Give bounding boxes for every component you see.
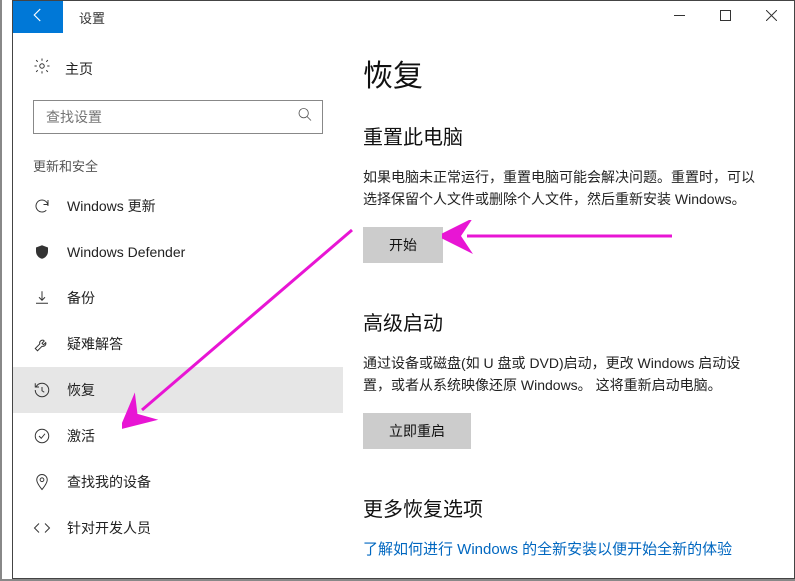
window-title: 设置	[63, 1, 656, 33]
maximize-button[interactable]	[702, 1, 748, 33]
sidebar-item-label: 备份	[67, 288, 95, 308]
sidebar-item-label: Windows 更新	[67, 196, 156, 216]
sidebar-item-developers[interactable]: 针对开发人员	[13, 505, 343, 551]
sync-icon	[33, 197, 51, 215]
sidebar-item-windows-update[interactable]: Windows 更新	[13, 183, 343, 229]
shield-icon	[33, 243, 51, 261]
history-icon	[33, 381, 51, 399]
window-controls	[656, 1, 794, 33]
fresh-install-link[interactable]: 了解如何进行 Windows 的全新安装以便开始全新的体验	[363, 538, 764, 559]
reset-start-button[interactable]: 开始	[363, 227, 443, 263]
minimize-icon	[674, 8, 685, 26]
sidebar-item-defender[interactable]: Windows Defender	[13, 229, 343, 275]
back-arrow-icon	[29, 6, 47, 29]
advanced-heading: 高级启动	[363, 307, 764, 336]
minimize-button[interactable]	[656, 1, 702, 33]
home-button[interactable]: 主页	[13, 51, 343, 86]
sidebar-item-find-device[interactable]: 查找我的设备	[13, 459, 343, 505]
close-icon	[766, 8, 777, 26]
sidebar: 主页 更新和安全 Windows 更新 Windows Defender	[13, 33, 343, 578]
content: 主页 更新和安全 Windows 更新 Windows Defender	[13, 33, 794, 578]
page-title: 恢复	[363, 51, 764, 95]
search-wrap	[33, 100, 323, 134]
search-input[interactable]	[33, 100, 323, 134]
sidebar-item-label: 疑难解答	[67, 334, 123, 354]
close-button[interactable]	[748, 1, 794, 33]
code-icon	[33, 519, 51, 537]
sidebar-item-label: 查找我的设备	[67, 472, 151, 492]
sidebar-item-label: 恢复	[67, 380, 95, 400]
wrench-icon	[33, 335, 51, 353]
titlebar: 设置	[13, 1, 794, 33]
check-circle-icon	[33, 427, 51, 445]
advanced-body: 通过设备或磁盘(如 U 盘或 DVD)启动，更改 Windows 启动设置，或者…	[363, 352, 764, 397]
settings-window: 设置 主页	[12, 0, 795, 579]
reset-body: 如果电脑未正常运行，重置电脑可能会解决问题。重置时，可以选择保留个人文件或删除个…	[363, 166, 764, 211]
sidebar-item-backup[interactable]: 备份	[13, 275, 343, 321]
sidebar-item-troubleshoot[interactable]: 疑难解答	[13, 321, 343, 367]
main-pane: 恢复 重置此电脑 如果电脑未正常运行，重置电脑可能会解决问题。重置时，可以选择保…	[343, 33, 794, 578]
sidebar-item-recovery[interactable]: 恢复	[13, 367, 343, 413]
advanced-restart-button[interactable]: 立即重启	[363, 413, 471, 449]
gear-icon	[33, 57, 51, 80]
more-heading: 更多恢复选项	[363, 493, 764, 522]
sidebar-item-label: Windows Defender	[67, 244, 185, 260]
sidebar-item-label: 激活	[67, 426, 95, 446]
sidebar-section-label: 更新和安全	[13, 156, 343, 183]
sidebar-item-activation[interactable]: 激活	[13, 413, 343, 459]
location-icon	[33, 473, 51, 491]
maximize-icon	[720, 8, 731, 26]
back-button[interactable]	[13, 1, 63, 33]
sidebar-item-label: 针对开发人员	[67, 518, 151, 538]
home-label: 主页	[65, 59, 93, 79]
backup-icon	[33, 289, 51, 307]
reset-heading: 重置此电脑	[363, 121, 764, 150]
